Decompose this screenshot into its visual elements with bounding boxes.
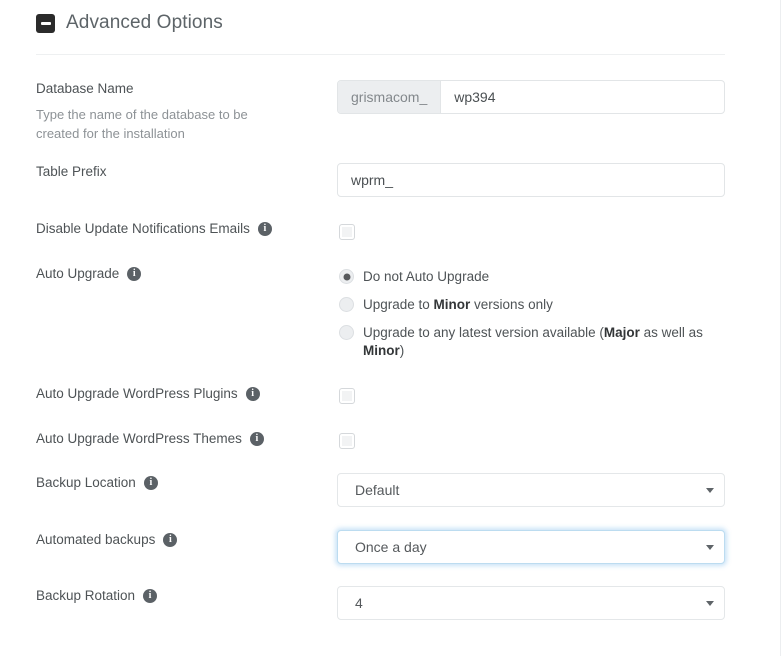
control-col-backup-rotation: 4 [337, 586, 725, 620]
backup-location-select[interactable]: Default [337, 473, 725, 507]
panel-header: Advanced Options [36, 8, 223, 38]
auto-upgrade-themes-checkbox[interactable] [339, 433, 355, 449]
help-database-name: Type the name of the database to be crea… [36, 107, 248, 141]
backup-rotation-select[interactable]: 4 [337, 586, 725, 620]
advanced-options-panel: Advanced Options Database Name Type the … [0, 0, 781, 656]
auto-upgrade-plugins-checkbox[interactable] [339, 388, 355, 404]
control-col-auto-upgrade-themes [339, 433, 727, 449]
database-name-input[interactable] [441, 81, 724, 113]
label-col-backup-location: Backup Location i [36, 474, 326, 492]
label-database-name: Database Name [36, 81, 134, 96]
table-prefix-input[interactable] [337, 163, 725, 197]
radio-option-minor-only[interactable]: Upgrade to Minor versions only [339, 296, 727, 314]
backup-location-value[interactable]: Default [337, 473, 725, 507]
control-col-disable-update-emails [339, 224, 727, 240]
database-name-prefix: grismacom_ [338, 81, 442, 113]
auto-upgrade-radio-group: Do not Auto Upgrade Upgrade to Minor ver… [339, 268, 727, 360]
radio-option-do-not-auto-upgrade[interactable]: Do not Auto Upgrade [339, 268, 727, 286]
info-icon[interactable]: i [127, 267, 142, 281]
label-col-backup-rotation: Backup Rotation i [36, 587, 326, 605]
label-col-database-name: Database Name Type the name of the datab… [36, 80, 326, 143]
label-col-table-prefix: Table Prefix [36, 163, 326, 181]
control-col-auto-upgrade: Do not Auto Upgrade Upgrade to Minor ver… [339, 268, 727, 360]
radio-indicator[interactable] [339, 297, 354, 312]
header-divider [36, 54, 725, 55]
label-disable-update-emails: Disable Update Notifications Emails i [36, 220, 326, 238]
control-col-table-prefix [337, 163, 725, 197]
minus-square-icon[interactable] [36, 13, 55, 33]
radio-indicator[interactable] [339, 269, 354, 284]
radio-option-any-latest[interactable]: Upgrade to any latest version available … [339, 324, 727, 360]
radio-label: Upgrade to Minor versions only [363, 297, 553, 312]
info-icon[interactable]: i [143, 589, 158, 603]
backup-rotation-value[interactable]: 4 [337, 586, 725, 620]
label-table-prefix: Table Prefix [36, 164, 107, 179]
label-col-auto-upgrade-themes: Auto Upgrade WordPress Themes i [36, 430, 326, 448]
radio-label: Upgrade to any latest version available … [363, 325, 703, 358]
control-col-database-name: grismacom_ [337, 80, 725, 114]
label-col-auto-upgrade-plugins: Auto Upgrade WordPress Plugins i [36, 385, 326, 403]
info-icon[interactable]: i [249, 432, 264, 446]
info-icon[interactable]: i [163, 533, 178, 547]
control-col-auto-upgrade-plugins [339, 388, 727, 404]
label-backup-location: Backup Location i [36, 474, 326, 492]
label-col-automated-backups: Automated backups i [36, 531, 326, 549]
page-title: Advanced Options [66, 12, 223, 33]
disable-update-emails-checkbox[interactable] [339, 224, 355, 240]
automated-backups-value[interactable]: Once a day [337, 530, 725, 564]
database-name-input-group: grismacom_ [337, 80, 725, 114]
info-icon[interactable]: i [257, 222, 272, 236]
label-col-auto-upgrade: Auto Upgrade i [36, 265, 326, 283]
label-col-disable-update-emails: Disable Update Notifications Emails i [36, 220, 326, 238]
radio-label: Do not Auto Upgrade [363, 269, 490, 284]
automated-backups-select[interactable]: Once a day [337, 530, 725, 564]
radio-indicator[interactable] [339, 325, 354, 340]
control-col-automated-backups: Once a day [337, 530, 725, 564]
control-col-backup-location: Default [337, 473, 725, 507]
label-auto-upgrade: Auto Upgrade i [36, 265, 326, 283]
label-automated-backups: Automated backups i [36, 531, 326, 549]
label-auto-upgrade-themes: Auto Upgrade WordPress Themes i [36, 430, 326, 448]
label-auto-upgrade-plugins: Auto Upgrade WordPress Plugins i [36, 385, 326, 403]
label-backup-rotation: Backup Rotation i [36, 587, 326, 605]
info-icon[interactable]: i [245, 387, 260, 401]
info-icon[interactable]: i [143, 476, 158, 490]
minus-glyph [40, 21, 51, 25]
